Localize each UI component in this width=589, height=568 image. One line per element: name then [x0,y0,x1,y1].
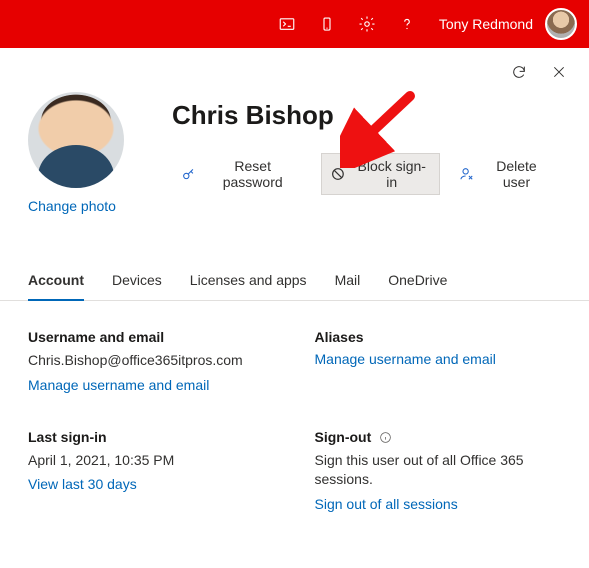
tab-devices[interactable]: Devices [112,262,162,300]
refresh-icon[interactable] [507,60,531,84]
change-photo-link[interactable]: Change photo [28,198,116,214]
signout-desc: Sign this user out of all Office 365 ses… [315,451,562,490]
tab-mail[interactable]: Mail [335,262,361,300]
lastsignin-heading: Last sign-in [28,429,275,445]
manage-username-link[interactable]: Manage username and email [28,377,275,393]
username-value: Chris.Bishop@office365itpros.com [28,351,275,371]
account-panel: Username and email Chris.Bishop@office36… [0,301,589,532]
tab-onedrive[interactable]: OneDrive [388,262,447,300]
suite-header: Tony Redmond [0,0,589,48]
view-last30-link[interactable]: View last 30 days [28,476,275,492]
signout-heading-text: Sign-out [315,429,372,445]
shell-icon[interactable] [271,8,303,40]
reset-password-label: Reset password [203,158,303,190]
delete-user-button[interactable]: Delete user [450,153,561,195]
user-photo [28,92,124,188]
close-icon[interactable] [547,60,571,84]
user-header: Change photo Chris Bishop Reset password… [0,84,589,238]
info-icon[interactable] [379,431,392,444]
block-signin-label: Block sign-in [352,158,431,190]
help-icon[interactable] [391,8,423,40]
block-signin-button[interactable]: Block sign-in [321,153,440,195]
manage-aliases-link[interactable]: Manage username and email [315,351,562,367]
panel-controls [0,48,589,84]
lastsignin-field: Last sign-in April 1, 2021, 10:35 PM Vie… [28,429,275,512]
reset-password-button[interactable]: Reset password [172,153,311,195]
signout-heading: Sign-out [315,429,562,445]
tab-account[interactable]: Account [28,262,84,300]
settings-icon[interactable] [351,8,383,40]
user-actions: Reset password Block sign-in Delete user [172,153,561,195]
current-user-avatar[interactable] [545,8,577,40]
signout-all-link[interactable]: Sign out of all sessions [315,496,562,512]
signout-field: Sign-out Sign this user out of all Offic… [315,429,562,512]
device-icon[interactable] [311,8,343,40]
delete-user-label: Delete user [481,158,552,190]
username-heading: Username and email [28,329,275,345]
detail-tabs: Account Devices Licenses and apps Mail O… [0,262,589,301]
lastsignin-value: April 1, 2021, 10:35 PM [28,451,275,471]
aliases-field: Aliases Manage username and email [315,329,562,393]
aliases-heading: Aliases [315,329,562,345]
user-display-name: Chris Bishop [172,100,561,131]
current-user-name: Tony Redmond [439,16,533,32]
tab-licenses[interactable]: Licenses and apps [190,262,307,300]
username-field: Username and email Chris.Bishop@office36… [28,329,275,393]
